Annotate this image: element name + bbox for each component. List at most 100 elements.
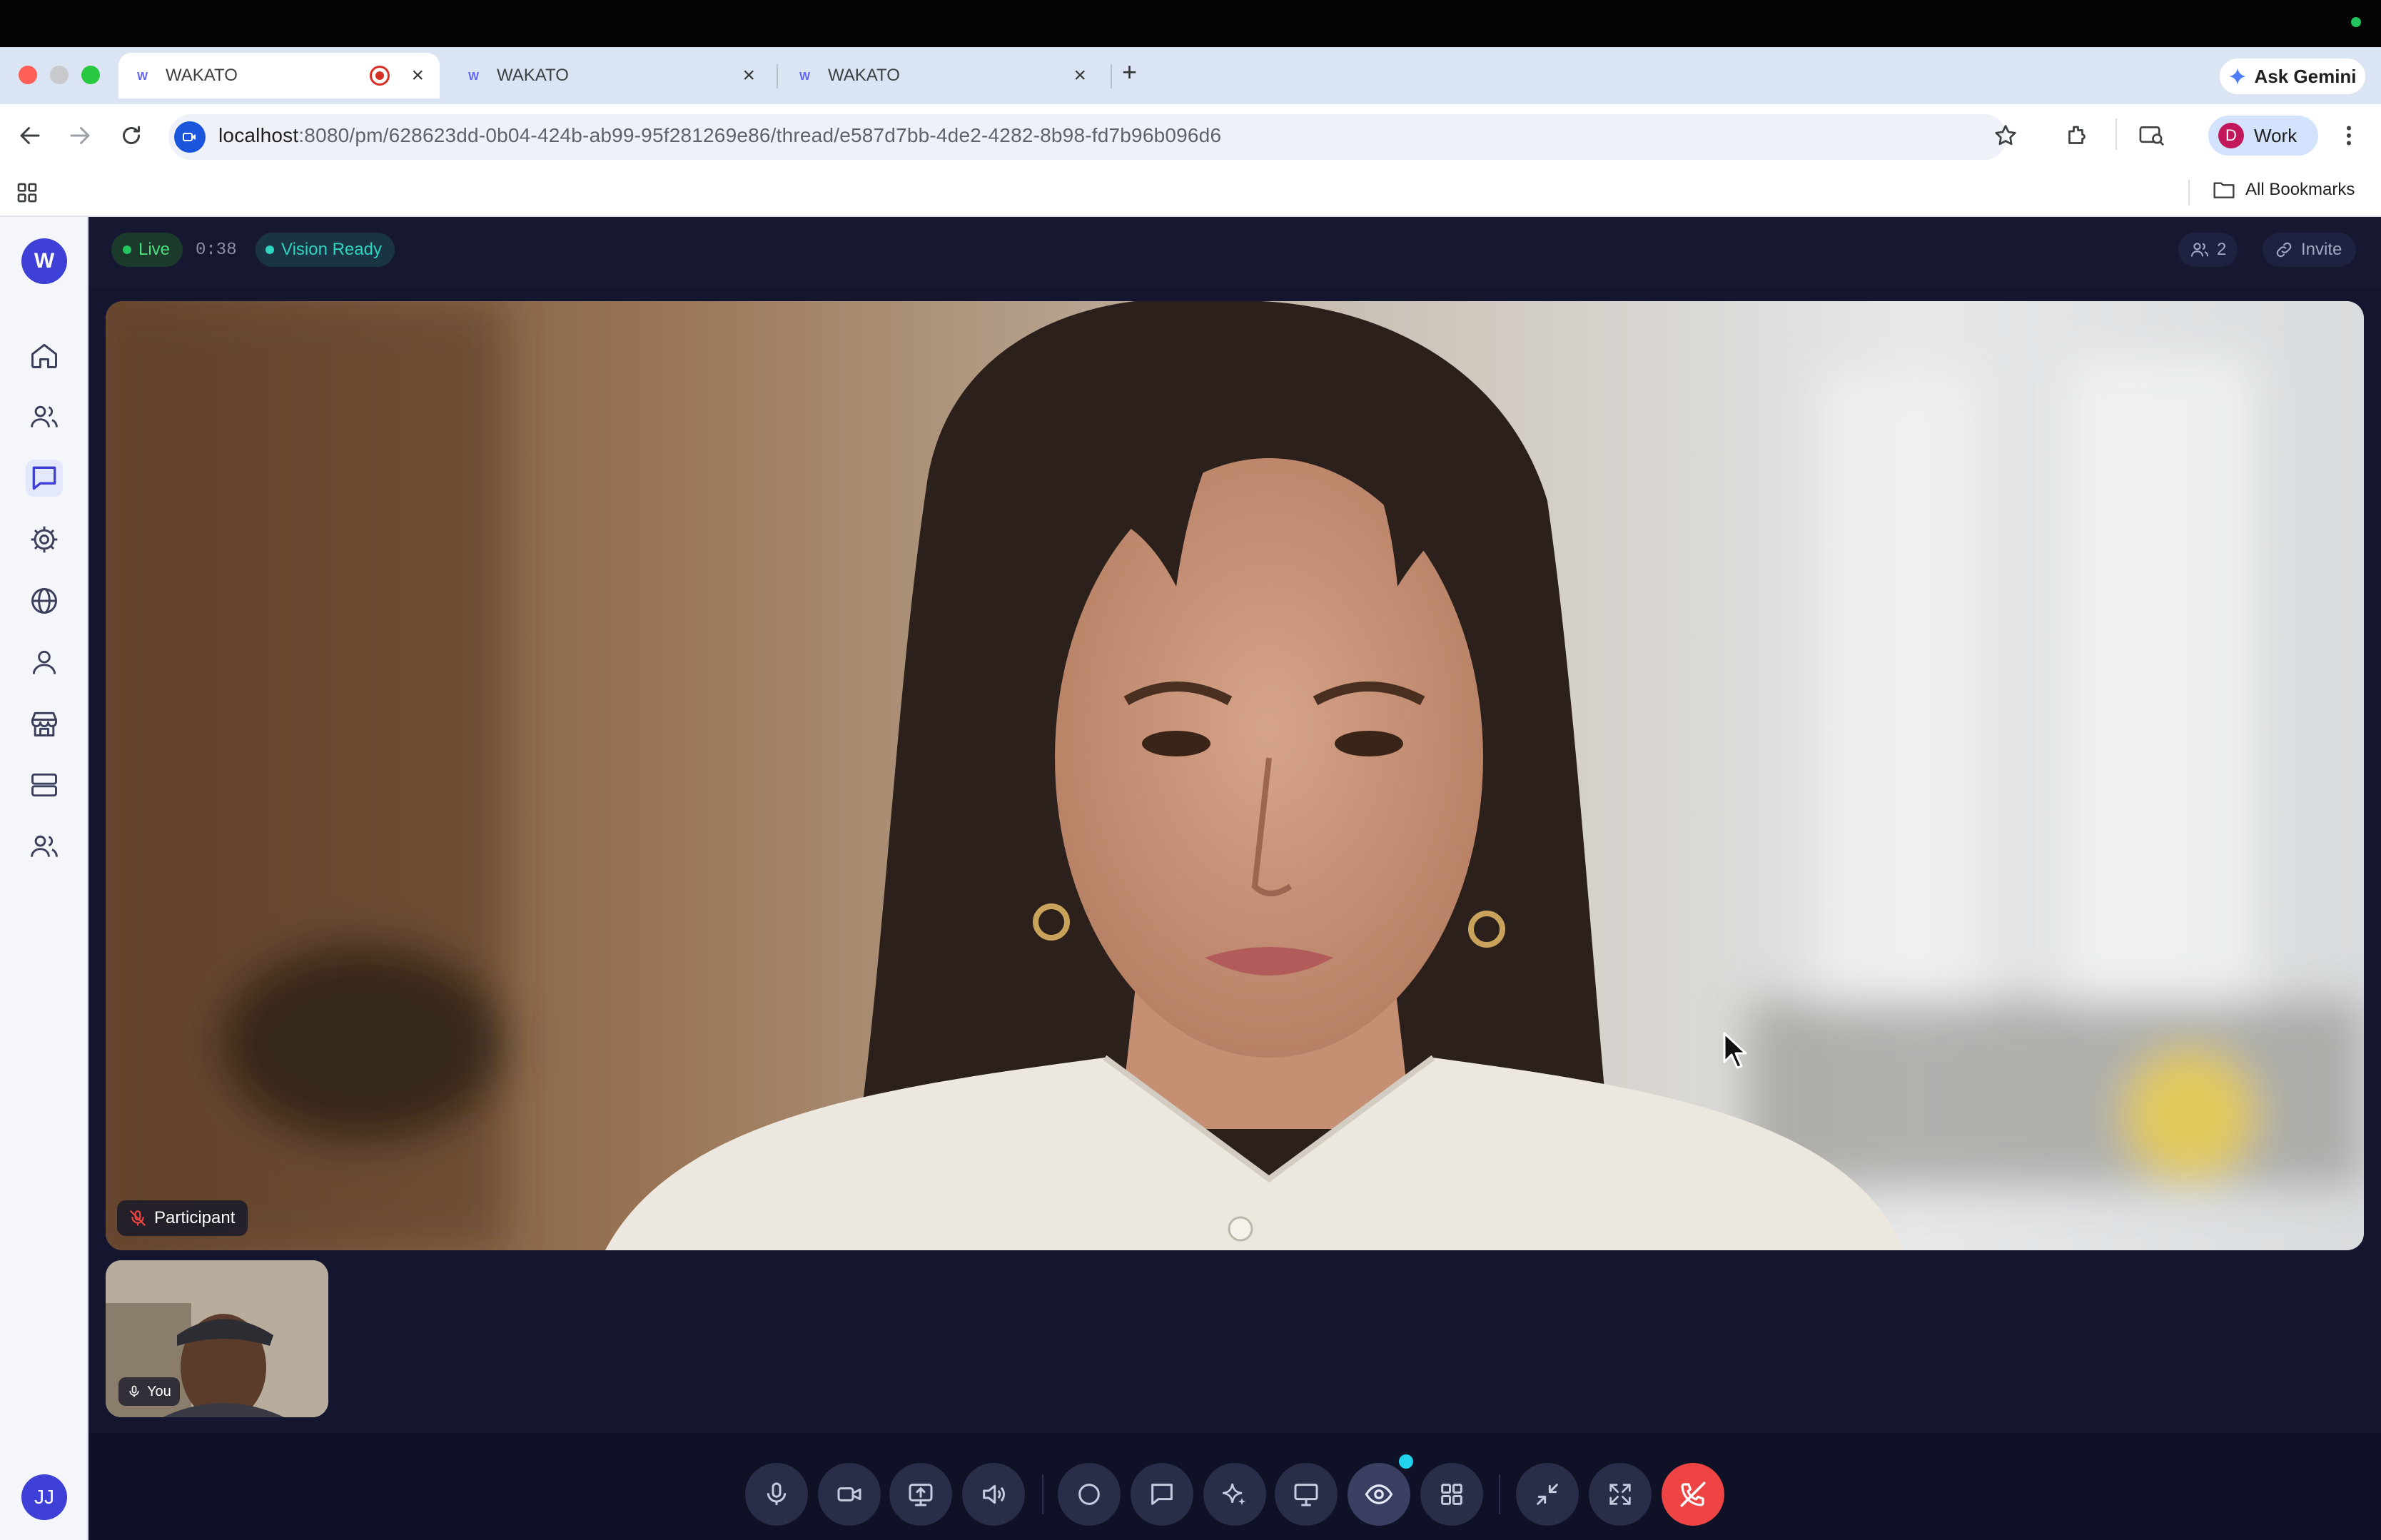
bookmarks-bar: [0, 170, 2381, 217]
close-tab-icon[interactable]: ×: [742, 64, 755, 88]
participant-video-image: [106, 301, 2364, 1250]
ask-gemini-button[interactable]: Ask Gemini: [2220, 59, 2365, 94]
sidebar-item-home[interactable]: [26, 337, 63, 374]
camera-toggle-button[interactable]: [818, 1463, 881, 1526]
workspace-avatar[interactable]: W: [21, 238, 67, 284]
svg-text:W: W: [468, 71, 480, 83]
sidebar-item-messages[interactable]: [26, 460, 63, 497]
svg-text:W: W: [799, 71, 811, 83]
store-icon: [31, 711, 57, 736]
fullscreen-icon: [1609, 1484, 1631, 1505]
window-minimize-button[interactable]: [50, 66, 69, 84]
chat-button[interactable]: [1131, 1463, 1193, 1526]
tab-title: WAKATO: [828, 66, 900, 85]
window-close-button[interactable]: [19, 66, 37, 84]
controls-divider: [1499, 1474, 1500, 1514]
call-status-bar: [89, 217, 2381, 288]
back-arrow-icon[interactable]: [17, 123, 43, 148]
screen-share-icon: [909, 1484, 933, 1506]
profile-avatar: D: [2218, 123, 2244, 148]
tab-search-icon[interactable]: [2138, 123, 2165, 148]
vision-ready-badge: Vision Ready: [256, 233, 395, 267]
call-timer: 0:38: [196, 240, 237, 260]
person-icon: [32, 650, 56, 674]
new-tab-button[interactable]: +: [1122, 57, 1137, 87]
globe-icon: [31, 588, 57, 614]
vision-dot-icon: [266, 245, 274, 254]
microphone-icon: [767, 1482, 787, 1505]
people-icon: [31, 405, 58, 427]
chat-bubble-icon: [1151, 1484, 1173, 1505]
browser-tab-1[interactable]: W WAKATO ×: [118, 53, 440, 98]
url-text[interactable]: localhost:8080/pm/628623dd-0b04-424b-ab9…: [218, 124, 1221, 147]
browser-tab-2[interactable]: W WAKATO ×: [450, 53, 771, 98]
participants-icon: [2190, 243, 2209, 257]
speaker-icon: [983, 1484, 1005, 1504]
profile-label: Work: [2254, 124, 2297, 146]
bookmarks-divider: [2188, 180, 2190, 206]
chat-icon: [32, 466, 56, 490]
toolbar-divider: [2115, 118, 2117, 150]
vision-eye-icon: [1365, 1484, 1393, 1504]
record-circle-icon: [1078, 1484, 1100, 1505]
ai-assistant-button[interactable]: [1203, 1463, 1266, 1526]
wakato-favicon-icon: W: [467, 67, 484, 84]
vision-toggle-button[interactable]: [1348, 1463, 1410, 1526]
invite-button[interactable]: Invite: [2263, 233, 2357, 267]
apps-grid-icon[interactable]: [16, 181, 39, 204]
sidebar-item-contacts[interactable]: [26, 398, 63, 435]
mic-muted-icon: [130, 1210, 146, 1226]
presentation-icon: [1294, 1484, 1318, 1506]
sidebar-item-global[interactable]: [26, 582, 63, 619]
site-camera-icon[interactable]: [174, 121, 206, 153]
browser-tab-3[interactable]: W WAKATO ×: [781, 53, 1102, 98]
record-button[interactable]: [1058, 1463, 1121, 1526]
profile-button[interactable]: D Work: [2208, 116, 2318, 156]
sidebar-item-profile[interactable]: [26, 644, 63, 681]
sidebar-item-settings[interactable]: [26, 521, 63, 558]
vision-active-dot-icon: [1399, 1454, 1413, 1469]
controls-divider: [1042, 1474, 1043, 1514]
end-call-button[interactable]: [1662, 1463, 1724, 1526]
ai-sparkle-icon: [1223, 1483, 1245, 1505]
sidebar-item-team[interactable]: [26, 828, 63, 865]
microphone-icon: [129, 1385, 139, 1397]
close-tab-icon[interactable]: ×: [1073, 64, 1086, 88]
tab-divider: [1111, 64, 1112, 88]
wakato-favicon-icon: W: [136, 67, 153, 84]
mouse-cursor-icon: [1722, 1030, 1750, 1070]
main-video-feed[interactable]: [106, 301, 2364, 1250]
recording-icon: [370, 66, 390, 86]
link-icon: [2276, 242, 2292, 258]
team-icon: [31, 835, 58, 857]
tab-title: WAKATO: [166, 66, 238, 85]
forward-arrow-icon[interactable]: [67, 123, 93, 148]
minimize-button[interactable]: [1516, 1463, 1579, 1526]
close-tab-icon[interactable]: ×: [411, 64, 424, 88]
fullscreen-button[interactable]: [1589, 1463, 1652, 1526]
sidebar-item-servers[interactable]: [26, 766, 63, 804]
participants-count[interactable]: 2: [2178, 233, 2238, 267]
video-camera-icon: [837, 1487, 861, 1501]
bookmark-star-icon[interactable]: [1993, 123, 2018, 148]
sidebar-item-store[interactable]: [26, 705, 63, 742]
all-bookmarks-button[interactable]: All Bookmarks: [2213, 180, 2355, 200]
wakato-favicon-icon: W: [798, 67, 815, 84]
gemini-sparkle-icon: [2229, 68, 2247, 85]
layout-grid-button[interactable]: [1420, 1463, 1483, 1526]
speaker-button[interactable]: [962, 1463, 1025, 1526]
screen-share-button[interactable]: [889, 1463, 952, 1526]
extensions-icon[interactable]: [2064, 123, 2090, 148]
tab-divider: [777, 64, 778, 88]
whiteboard-button[interactable]: [1275, 1463, 1338, 1526]
reload-icon[interactable]: [118, 123, 144, 148]
participant-name-tag: Participant: [117, 1200, 248, 1236]
window-maximize-button[interactable]: [81, 66, 100, 84]
mic-toggle-button[interactable]: [745, 1463, 808, 1526]
self-name-tag: You: [118, 1377, 180, 1406]
user-avatar[interactable]: JJ: [21, 1474, 67, 1520]
minimize-icon: [1537, 1484, 1558, 1505]
live-badge: Live: [111, 233, 183, 267]
browser-menu-icon[interactable]: [2341, 123, 2357, 148]
folder-icon: [2213, 182, 2235, 198]
